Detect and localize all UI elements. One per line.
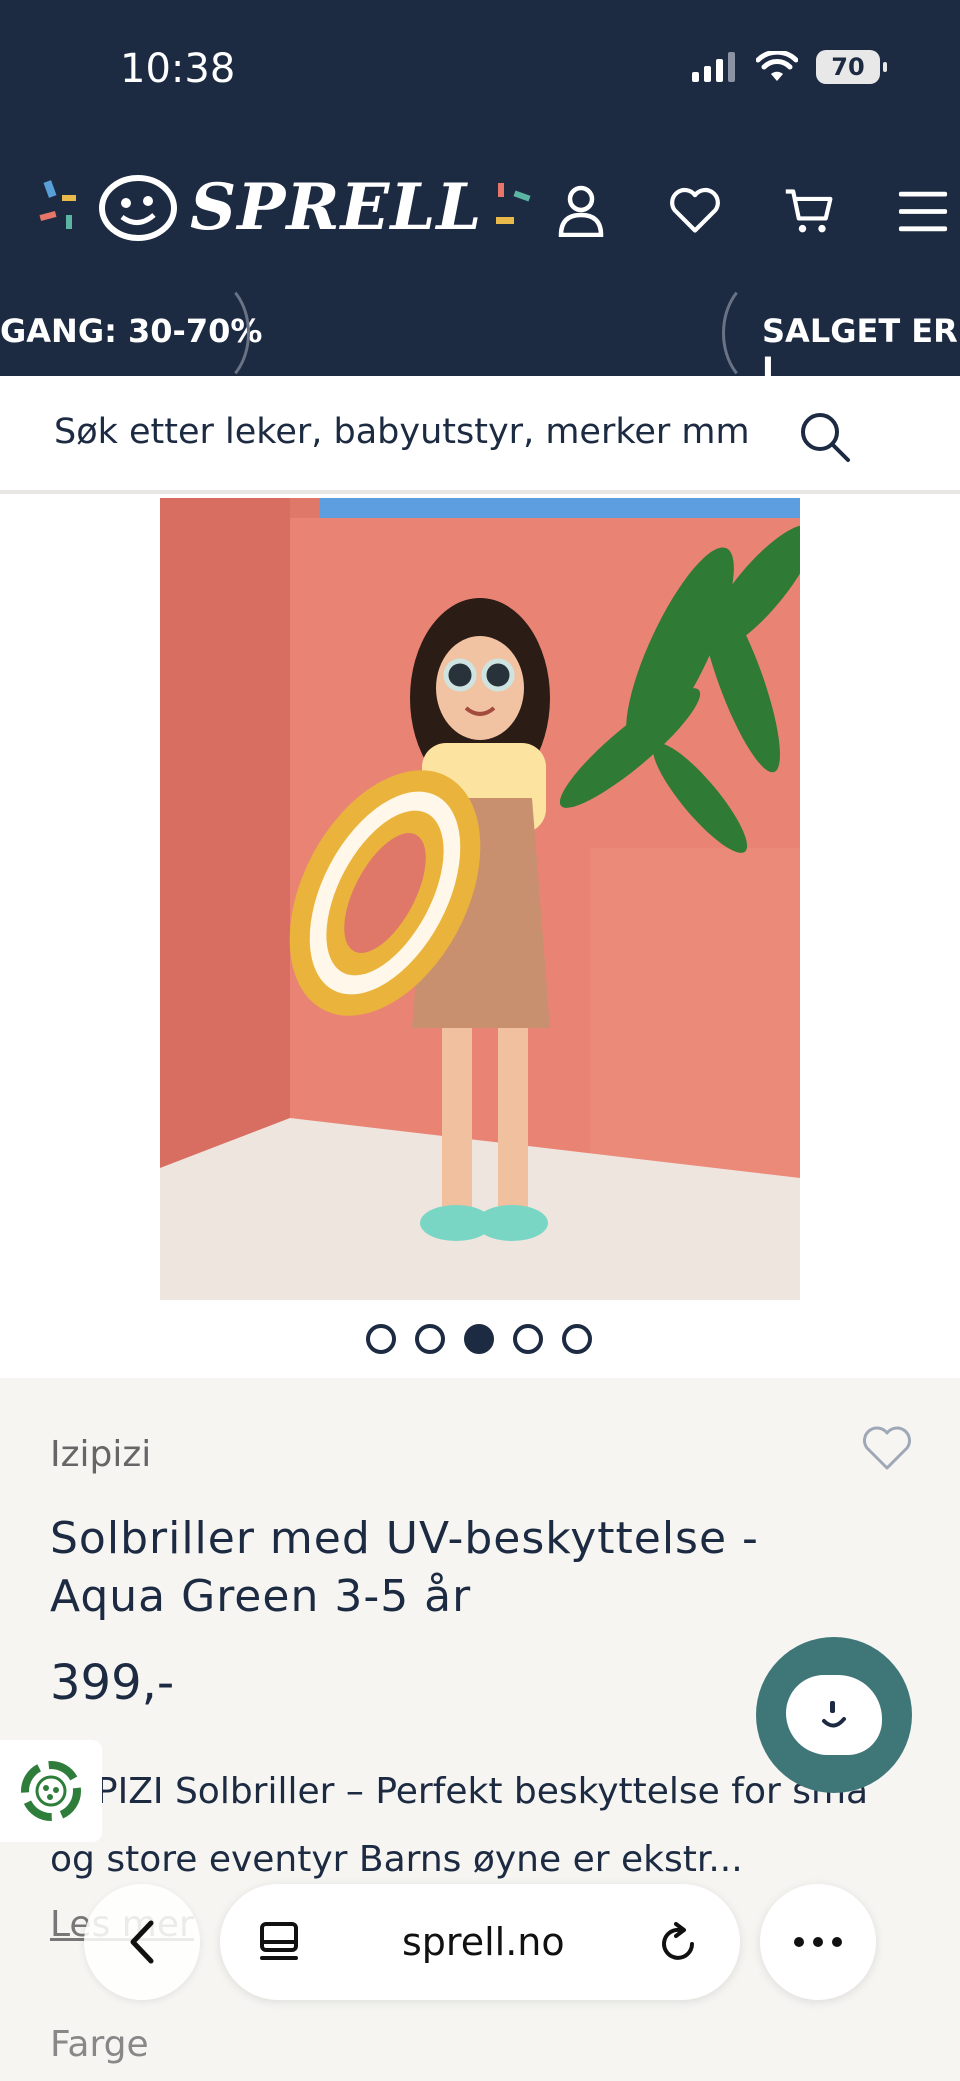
browser-back-button[interactable] — [84, 1884, 200, 2000]
confetti-left-icon — [39, 179, 76, 229]
menu-icon — [898, 191, 948, 232]
product-photo-illustration — [160, 498, 800, 1300]
product-image[interactable] — [160, 498, 800, 1300]
chat-button[interactable] — [756, 1637, 912, 1793]
chat-smiley-icon — [786, 1675, 882, 1755]
status-time: 10:38 — [120, 46, 236, 92]
sprell-logo[interactable]: SPRELL — [36, 170, 542, 245]
product-title: Solbriller med UV-beskyttelse - Aqua Gre… — [50, 1513, 759, 1622]
user-icon — [558, 185, 604, 237]
search-icon[interactable] — [798, 410, 852, 464]
more-dots-icon — [794, 1937, 842, 1947]
gallery-dot[interactable] — [513, 1324, 543, 1354]
smiley-icon — [99, 174, 177, 241]
confetti-right-icon — [496, 182, 531, 224]
gallery-pagination — [366, 1324, 592, 1354]
recycle-icon — [21, 1761, 81, 1821]
wifi-icon — [756, 51, 798, 81]
browser-more-button[interactable] — [760, 1884, 876, 2000]
gallery-dot-active[interactable] — [464, 1324, 494, 1354]
header-actions — [555, 185, 949, 237]
signal-icon — [692, 52, 735, 82]
reload-icon[interactable] — [658, 1922, 700, 1964]
favorite-heart-icon[interactable] — [862, 1426, 912, 1472]
promo-ticker[interactable]: GANG: 30-70% SALGET ER I — [0, 288, 960, 376]
chevron-left-icon — [130, 1920, 154, 1964]
menu-button[interactable] — [897, 185, 949, 237]
logo-text: SPRELL — [190, 170, 483, 245]
status-icons: 70 — [692, 50, 887, 84]
wishlist-button[interactable] — [669, 185, 721, 237]
cart-icon — [785, 189, 833, 233]
product-brand[interactable]: Izipizi — [50, 1434, 151, 1475]
gallery-dot[interactable] — [562, 1324, 592, 1354]
promo-divider — [170, 288, 250, 376]
cart-button[interactable] — [783, 185, 835, 237]
promo-text-right: SALGET ER I — [762, 312, 958, 376]
heart-icon — [670, 187, 720, 233]
product-price: 399,- — [50, 1655, 175, 1711]
color-label: Farge — [50, 2024, 149, 2065]
search-input[interactable]: Søk etter leker, babyutstyr, merker mm — [54, 412, 750, 452]
battery-icon: 70 — [816, 50, 887, 84]
page-menu-icon[interactable] — [258, 1922, 302, 1962]
browser-url-text[interactable]: sprell.no — [402, 1920, 565, 1964]
gallery-dot[interactable] — [366, 1324, 396, 1354]
eco-badge[interactable] — [0, 1740, 102, 1842]
account-button[interactable] — [555, 185, 607, 237]
gallery-dot[interactable] — [415, 1324, 445, 1354]
browser-url-bar[interactable]: sprell.no — [220, 1884, 740, 2000]
